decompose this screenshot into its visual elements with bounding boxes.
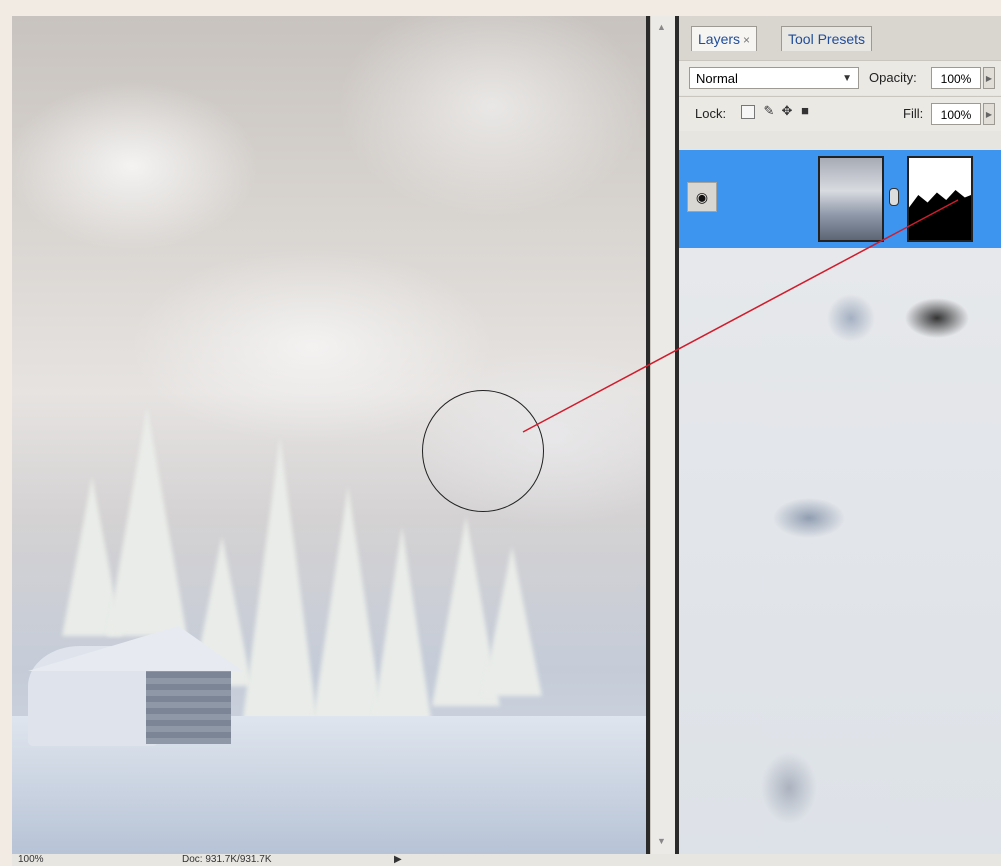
tree [372,526,432,726]
lock-transparent-icon[interactable] [741,105,755,119]
opacity-label: Opacity: [869,70,917,85]
status-bar: 100% Doc: 931.7K/931.7K ▶ [12,854,1001,866]
tree [242,436,318,726]
lock-move-icon[interactable]: ✥ [779,103,795,119]
brush-cursor-circle [422,390,544,512]
tab-tool-presets-label: Tool Presets [788,31,866,47]
tab-tool-presets[interactable]: Tool Presets [781,26,873,51]
layers-list-blurred [679,248,1001,854]
tree [482,546,542,696]
status-menu-arrow-icon[interactable]: ▶ [394,854,402,866]
canvas-vertical-scrollbar[interactable]: ▲ ▼ [650,16,675,854]
tab-layers[interactable]: Layers × [691,26,758,51]
lock-label: Lock: [695,106,727,121]
doc-size: Doc: 931.7K/931.7K [182,854,272,865]
panel-tabs: Layers × Tool Presets [679,16,1001,60]
chain-link-icon[interactable] [889,188,899,206]
opacity-input[interactable]: 100% [931,67,981,89]
lock-fill-row: Lock: ✎ ✥ ■ Fill: 100% ▶ [679,96,1001,131]
tab-layers-label: Layers [698,31,741,47]
lock-brush-icon[interactable]: ✎ [761,103,777,119]
blend-opacity-row: Normal ▼ Opacity: 100% ▶ [679,60,1001,95]
zoom-level[interactable]: 100% [18,854,44,866]
fill-label: Fill: [903,106,924,121]
blend-mode-value: Normal [696,71,738,86]
layer-mask-thumbnail[interactable] [907,156,973,242]
close-icon[interactable]: × [743,33,750,47]
blend-mode-select[interactable]: Normal ▼ [689,67,859,89]
layers-panel: Layers × Tool Presets Normal ▼ Opacity: 1… [679,16,1001,854]
document-canvas[interactable] [12,16,646,854]
snowy-cabin [28,626,243,746]
fill-stepper[interactable]: ▶ [983,103,995,125]
selected-layer-row[interactable]: ◉ [679,150,1001,248]
tree [107,406,187,636]
scroll-up-arrow-icon[interactable]: ▲ [657,22,666,32]
lock-all-icon[interactable]: ■ [797,103,813,119]
cabin-wall [146,666,231,744]
fill-input[interactable]: 100% [931,103,981,125]
opacity-stepper[interactable]: ▶ [983,67,995,89]
layer-thumbnail[interactable] [818,156,884,242]
scroll-down-arrow-icon[interactable]: ▼ [657,836,666,846]
eye-icon[interactable]: ◉ [687,182,717,212]
chevron-down-icon: ▼ [842,73,852,84]
